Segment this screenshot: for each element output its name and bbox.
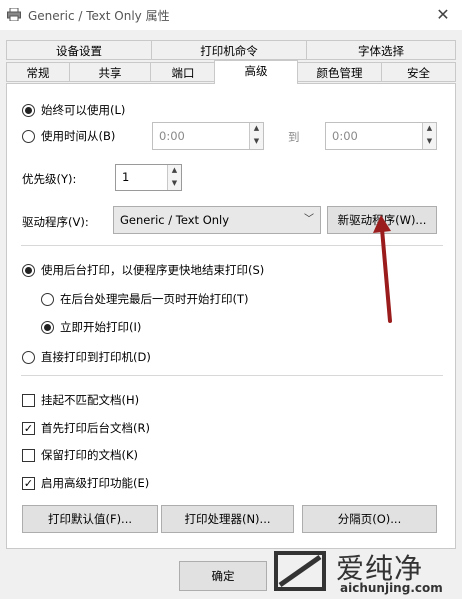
printing-defaults-button[interactable]: 打印默认值(F)... xyxy=(22,505,158,533)
tab-font-selection[interactable]: 字体选择 xyxy=(306,40,456,60)
from-time-value: 0:00 xyxy=(159,129,185,143)
spin-up-icon[interactable]: ▲ xyxy=(250,123,263,136)
start-after-last-page-label: 在后台处理完最后一页时开始打印(T) xyxy=(60,292,249,306)
title-bar: Generic / Text Only 属性 ✕ xyxy=(0,0,462,30)
hold-mismatched-label: 挂起不匹配文档(H) xyxy=(41,393,140,407)
from-time-spinner[interactable]: ▲ ▼ xyxy=(249,123,263,149)
priority-label: 优先级(Y): xyxy=(22,172,77,186)
spool-label: 使用后台打印，以便程序更快地结束打印(S) xyxy=(41,263,265,277)
spool-radio[interactable] xyxy=(22,264,35,277)
annotation-arrow-icon xyxy=(373,215,392,323)
tab-advanced[interactable]: 高级 xyxy=(214,60,298,84)
spin-up-icon[interactable]: ▲ xyxy=(168,165,181,178)
tab-color-management[interactable]: 颜色管理 xyxy=(297,62,382,82)
priority-field[interactable]: 1 ▲ ▼ xyxy=(115,164,182,191)
spin-down-icon[interactable]: ▼ xyxy=(250,136,263,149)
advanced-features-label: 启用高级打印功能(E) xyxy=(41,476,150,490)
brand-url: aichunjing.com xyxy=(340,581,443,595)
close-icon[interactable]: ✕ xyxy=(428,2,458,28)
print-direct-label: 直接打印到打印机(D) xyxy=(41,350,151,364)
priority-spinner[interactable]: ▲ ▼ xyxy=(167,165,181,190)
to-time-field[interactable]: 0:00 ▲ ▼ xyxy=(325,122,437,150)
tab-printer-commands[interactable]: 打印机命令 xyxy=(151,40,307,60)
driver-label: 驱动程序(V): xyxy=(22,215,89,229)
to-time-value: 0:00 xyxy=(332,129,358,143)
driver-select[interactable]: Generic / Text Only ﹀ xyxy=(113,206,321,234)
start-immediately-label: 立即开始打印(I) xyxy=(60,320,142,334)
driver-selected-value: Generic / Text Only xyxy=(120,213,230,227)
to-label: 到 xyxy=(288,130,300,144)
keep-printed-checkbox[interactable] xyxy=(22,449,35,462)
divider xyxy=(21,375,443,376)
always-available-radio[interactable] xyxy=(22,104,35,117)
window-title: Generic / Text Only 属性 xyxy=(28,9,170,23)
from-time-field[interactable]: 0:00 ▲ ▼ xyxy=(152,122,264,150)
brand-logo-icon xyxy=(274,551,326,591)
priority-value: 1 xyxy=(122,170,130,184)
tab-device-settings[interactable]: 设备设置 xyxy=(6,40,152,60)
start-immediately-radio[interactable] xyxy=(41,321,54,334)
print-spooled-first-checkbox[interactable]: ✓ xyxy=(22,422,35,435)
ok-button[interactable]: 确定 xyxy=(179,561,267,591)
available-from-label: 使用时间从(B) xyxy=(41,129,116,143)
tab-general[interactable]: 常规 xyxy=(6,62,70,82)
spin-up-icon[interactable]: ▲ xyxy=(423,123,436,136)
watermark-logo: 爱纯净 aichunjing.com xyxy=(270,545,460,597)
chevron-down-icon: ﹀ xyxy=(304,214,314,225)
printer-icon xyxy=(7,8,21,21)
print-processor-button[interactable]: 打印处理器(N)... xyxy=(161,505,294,533)
tab-security[interactable]: 安全 xyxy=(381,62,456,82)
available-from-radio[interactable] xyxy=(22,130,35,143)
keep-printed-label: 保留打印的文档(K) xyxy=(41,448,139,462)
tab-sharing[interactable]: 共享 xyxy=(69,62,151,82)
spin-down-icon[interactable]: ▼ xyxy=(423,136,436,149)
advanced-features-checkbox[interactable]: ✓ xyxy=(22,477,35,490)
spin-down-icon[interactable]: ▼ xyxy=(168,178,181,191)
tab-ports[interactable]: 端口 xyxy=(150,62,216,82)
start-after-last-page-radio[interactable] xyxy=(41,293,54,306)
print-direct-radio[interactable] xyxy=(22,351,35,364)
print-spooled-first-label: 首先打印后台文档(R) xyxy=(41,421,150,435)
hold-mismatched-checkbox[interactable] xyxy=(22,394,35,407)
to-time-spinner[interactable]: ▲ ▼ xyxy=(422,123,436,149)
separator-page-button[interactable]: 分隔页(O)... xyxy=(302,505,437,533)
always-available-label: 始终可以使用(L) xyxy=(41,103,126,117)
